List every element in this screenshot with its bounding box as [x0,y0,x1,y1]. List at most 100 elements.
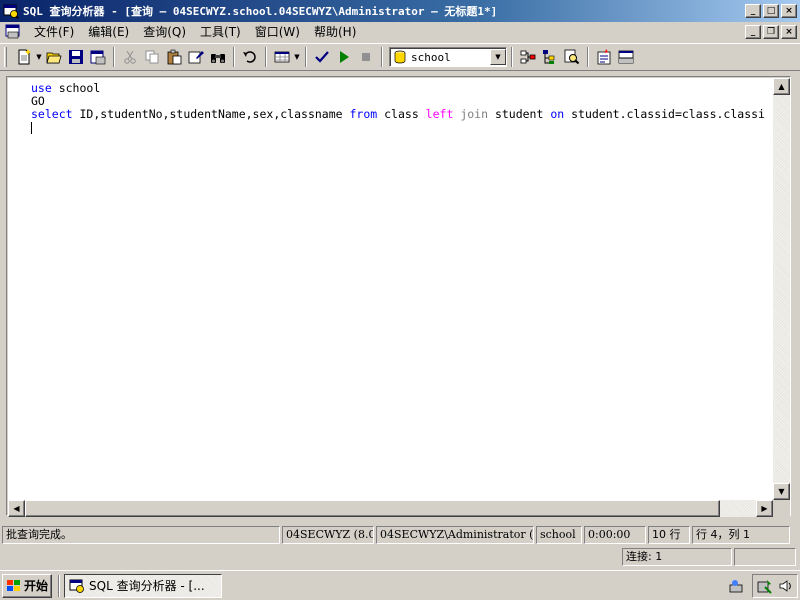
code-keyword-on: on [550,107,565,121]
taskbar-query-analyzer-button[interactable]: SQL 查询分析器 - [... [64,573,222,598]
new-query-button[interactable] [13,46,35,68]
scroll-up-button[interactable]: ▲ [773,78,790,95]
menu-help[interactable]: 帮助(H) [307,23,363,41]
toolbar-separator [305,47,307,67]
code-keyword-left: left [425,107,454,121]
scroll-left-button[interactable]: ◀ [8,500,25,517]
scrollbar-corner [773,500,790,517]
menu-query[interactable]: 查询(Q) [136,23,193,41]
database-cylinder-icon [394,50,406,64]
menu-window[interactable]: 窗口(W) [248,23,307,41]
paste-button[interactable] [163,46,185,68]
execute-query-button[interactable] [333,46,355,68]
query-analyzer-app-icon [3,4,19,19]
horizontal-scrollbar[interactable]: ◀ ▶ [8,500,773,517]
toolbar-separator [587,47,589,67]
code-keyword-select: select [31,107,73,121]
results-pane-icon [618,50,634,64]
windows-logo-icon [7,579,20,591]
grid-results-icon [274,51,290,63]
status-resize-grip[interactable] [734,548,796,566]
code-table-student: student [488,107,551,121]
doc-restore-button[interactable]: ❐ [763,25,779,39]
scroll-down-button[interactable]: ▼ [773,483,790,500]
toolbar-grip[interactable] [4,47,7,67]
object-browser-icon [543,50,555,64]
code-columns: ID,studentNo,studentName,sex,classname [72,107,350,121]
save-button[interactable] [65,46,87,68]
show-results-pane-button[interactable] [615,46,637,68]
sql-code: use school GO select ID,studentNo,studen… [31,82,765,134]
close-button[interactable]: × [781,4,797,18]
insert-template-button[interactable] [87,46,109,68]
maximize-button[interactable]: □ [763,4,779,18]
status-connections: 连接: 1 [622,548,732,566]
clear-window-button[interactable] [185,46,207,68]
copy-button[interactable] [141,46,163,68]
cancel-query-button[interactable] [355,46,377,68]
code-text: school [51,81,101,95]
doc-minimize-button[interactable]: _ [745,25,761,39]
database-dropdown-arrow[interactable]: ▼ [490,49,506,65]
status-blank [2,548,620,566]
document-window-controls: _ ❐ × [743,25,797,39]
results-mode-button[interactable] [271,46,293,68]
menu-edit[interactable]: 编辑(E) [81,23,136,41]
checkmark-icon [315,51,329,63]
minimize-button[interactable]: _ [745,4,761,18]
text-caret [31,121,32,134]
undo-button[interactable] [239,46,261,68]
copy-icon [145,50,159,64]
scissors-icon [124,50,136,64]
doc-close-button[interactable]: × [781,25,797,39]
editor-gutter [8,78,30,500]
system-tray [752,574,798,598]
cut-button[interactable] [119,46,141,68]
status-bar: 批查询完成。 04SECWYZ (8.0) 04SECWYZ\Administr… [0,524,800,546]
query-document-icon[interactable] [5,24,21,40]
new-document-icon [18,49,31,65]
status-cursor-position: 行 4，列 1 [692,526,790,544]
object-search-button[interactable] [561,46,583,68]
results-mode-dropdown[interactable]: ▼ [293,53,301,61]
open-folder-icon [46,52,62,64]
open-button[interactable] [43,46,65,68]
start-button[interactable]: 开始 [2,573,52,598]
search-magnifier-icon [564,49,580,65]
database-select[interactable]: school ▼ [389,47,507,67]
clear-eraser-icon [188,51,204,64]
paste-clipboard-icon [167,49,182,65]
menu-file[interactable]: 文件(F) [27,23,81,41]
code-keyword-join: join [460,107,489,121]
query-editor[interactable]: use school GO select ID,studentNo,studen… [8,78,773,500]
toolbar: ▼ ▼ school ▼ [0,43,800,71]
play-icon [340,51,349,63]
vertical-scrollbar[interactable]: ▲ ▼ [773,78,790,500]
sql-server-service-icon[interactable] [726,576,746,596]
window-title: SQL 查询分析器 - [查询 — 04SECWYZ.school.04SECW… [23,5,498,18]
toolbar-separator [233,47,235,67]
horizontal-scroll-thumb[interactable] [25,500,720,517]
menu-tools[interactable]: 工具(T) [193,23,248,41]
show-execution-plan-button[interactable] [517,46,539,68]
taskbar-separator [58,574,60,597]
query-analyzer-task-icon [69,579,84,593]
find-button[interactable] [207,46,229,68]
status-database: school [536,526,582,544]
taskbar-button-label: SQL 查询分析器 - [... [89,579,205,593]
new-dropdown-arrow[interactable]: ▼ [35,53,43,61]
volume-speaker-icon[interactable] [778,578,794,594]
code-table-class: class [377,107,426,121]
scroll-right-button[interactable]: ▶ [756,500,773,517]
parse-query-button[interactable] [311,46,333,68]
database-select-value: school [411,50,451,64]
window-controls: _ □ × [743,4,797,18]
title-bar[interactable]: SQL 查询分析器 - [查询 — 04SECWYZ.school.04SECW… [0,0,800,22]
current-connection-properties-button[interactable] [593,46,615,68]
undo-icon [243,51,256,63]
query-editor-frame: use school GO select ID,studentNo,studen… [6,76,791,517]
status-server: 04SECWYZ (8.0) [282,526,374,544]
start-label: 开始 [24,579,49,593]
object-browser-button[interactable] [539,46,561,68]
sql-service-manager-icon[interactable] [756,578,772,594]
